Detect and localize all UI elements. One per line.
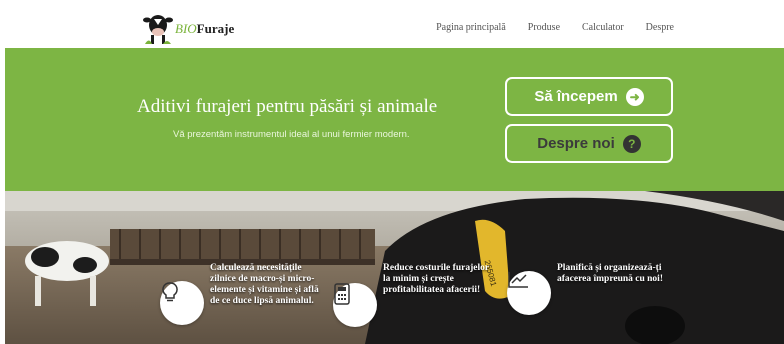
hero-subtitle: Vă prezentăm instrumentul ideal al unui … bbox=[173, 129, 410, 140]
cow-logo-icon bbox=[143, 15, 173, 44]
farm-photo-section: 265081 Calculează necesitățile zilnice d… bbox=[5, 191, 784, 344]
nav-calculator[interactable]: Calculator bbox=[582, 22, 624, 33]
brand-bio: BIO bbox=[175, 21, 197, 36]
brand-name: BIOFuraje bbox=[175, 21, 234, 37]
question-icon: ? bbox=[622, 134, 641, 153]
nav-home[interactable]: Pagina principală bbox=[436, 22, 506, 33]
brand-rest: Furaje bbox=[196, 21, 235, 36]
calculator-icon bbox=[333, 283, 377, 327]
chart-line-icon bbox=[507, 271, 551, 315]
nav-products[interactable]: Produse bbox=[528, 22, 560, 33]
nav-links: Pagina principală Produse Calculator Des… bbox=[436, 22, 674, 33]
about-button-label: Despre noi bbox=[537, 135, 615, 152]
navbar: BIOFuraje Pagina principală Produse Calc… bbox=[0, 8, 784, 48]
about-button[interactable]: Despre noi ? bbox=[505, 124, 673, 163]
hero-title: Aditivi furajeri pentru păsări și animal… bbox=[137, 96, 438, 117]
nav-about[interactable]: Despre bbox=[646, 22, 674, 33]
start-button[interactable]: Să începem ➜ bbox=[505, 77, 673, 116]
feature-2-text: Reduce costurile furajelor la minim și c… bbox=[383, 263, 489, 295]
feature-1-text: Calculează necesitățile zilnice de macro… bbox=[210, 263, 319, 306]
hero-banner: Aditivi furajeri pentru păsări și animal… bbox=[5, 48, 784, 191]
feature-3-text: Planifică și organizează-ți afacerea împ… bbox=[557, 263, 663, 284]
lightbulb-icon bbox=[160, 281, 204, 325]
start-button-label: Să începem bbox=[534, 88, 618, 105]
arrow-right-icon: ➜ bbox=[625, 87, 644, 106]
brand-logo[interactable]: BIOFuraje bbox=[143, 11, 234, 47]
